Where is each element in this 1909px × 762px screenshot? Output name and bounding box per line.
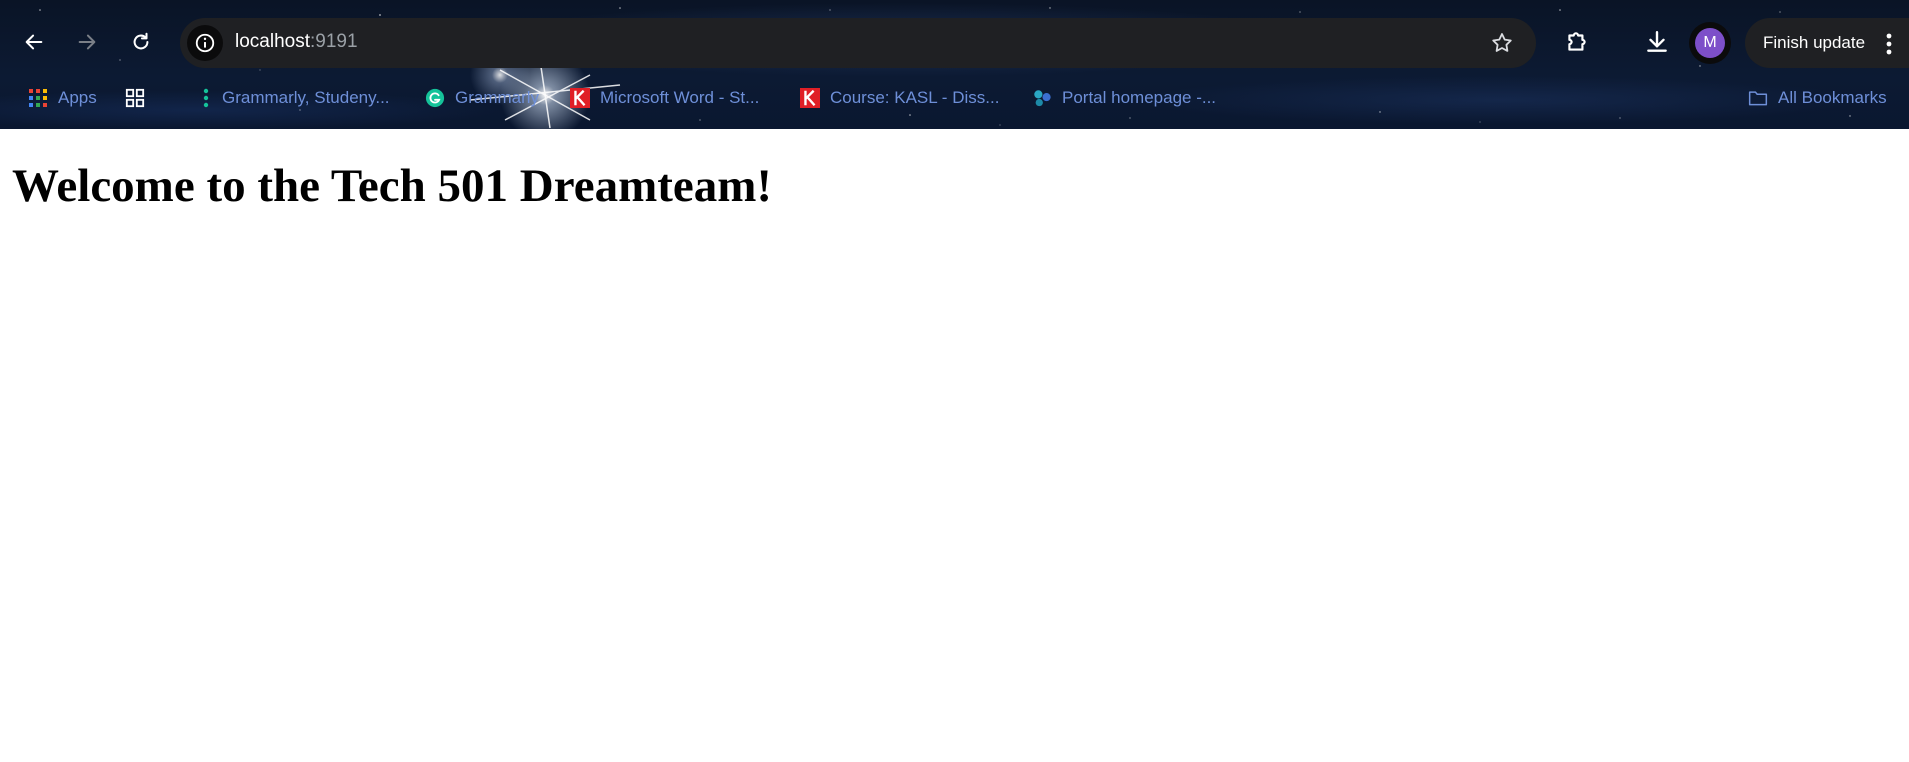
bookmark-microsoft-word[interactable]: Microsoft Word - St... — [570, 86, 759, 110]
bookmarks-bar: Apps Grammarly, Studeny... Grammarly Mic… — [0, 78, 1909, 118]
reload-icon — [133, 32, 149, 50]
back-button[interactable] — [20, 28, 48, 56]
page-heading: Welcome to the Tech 501 Dreamteam! — [12, 160, 773, 212]
tab-groups-button[interactable] — [125, 86, 155, 110]
grammarly-logo-icon — [425, 88, 445, 108]
bookmark-label: Grammarly — [455, 88, 540, 107]
all-bookmarks-label: All Bookmarks — [1778, 88, 1887, 107]
bookmark-apps[interactable]: Apps — [28, 86, 97, 110]
profile-avatar[interactable]: M — [1689, 22, 1731, 64]
reload-button[interactable] — [127, 28, 155, 56]
bookmark-grammarly-studeny[interactable]: Grammarly, Studeny... — [200, 86, 390, 110]
bookmark-course-kasl[interactable]: Course: KASL - Diss... — [800, 86, 999, 110]
info-icon — [195, 33, 215, 53]
finish-update-label: Finish update — [1763, 33, 1866, 52]
downloads-button[interactable] — [1643, 28, 1671, 56]
more-vert-icon — [1886, 33, 1892, 55]
back-arrow-icon — [25, 34, 43, 50]
extensions-button[interactable] — [1563, 28, 1591, 56]
bookmark-label: Grammarly, Studeny... — [222, 88, 390, 107]
puzzle-icon — [1568, 32, 1586, 51]
finish-update-button[interactable]: Finish update — [1745, 18, 1909, 68]
grammarly-dots-icon — [200, 88, 212, 108]
forward-button[interactable] — [73, 28, 101, 56]
bookmark-label: Portal homepage -... — [1062, 88, 1217, 107]
tab-groups-icon — [125, 88, 145, 108]
bookmark-star-icon[interactable] — [1490, 31, 1514, 55]
bookmark-label: Apps — [58, 88, 97, 107]
download-icon — [1647, 31, 1667, 52]
page-content: Welcome to the Tech 501 Dreamteam! — [0, 129, 1909, 762]
address-bar[interactable]: localhost:9191 — [180, 18, 1536, 68]
apps-grid-icon — [28, 88, 48, 108]
browser-chrome: localhost:9191 M Finish update Apps Gram… — [0, 0, 1909, 129]
url-host: localhost — [235, 31, 310, 52]
browser-toolbar: localhost:9191 M Finish update — [0, 14, 1909, 70]
site-info-button[interactable] — [187, 25, 223, 61]
url-port: :9191 — [310, 31, 358, 52]
profile-initial: M — [1695, 28, 1725, 58]
url-text[interactable]: localhost:9191 — [235, 31, 358, 53]
bookmark-label: Course: KASL - Diss... — [830, 88, 1000, 107]
k-logo-icon — [570, 88, 590, 108]
bookmark-label: Microsoft Word - St... — [600, 88, 760, 107]
k-logo-icon — [800, 88, 820, 108]
portal-icon — [1032, 88, 1052, 108]
folder-icon — [1748, 88, 1768, 108]
bookmark-grammarly[interactable]: Grammarly — [425, 86, 539, 110]
forward-arrow-icon — [78, 34, 96, 50]
all-bookmarks-button[interactable]: All Bookmarks — [1748, 86, 1887, 110]
bookmark-portal-homepage[interactable]: Portal homepage -... — [1032, 86, 1216, 110]
